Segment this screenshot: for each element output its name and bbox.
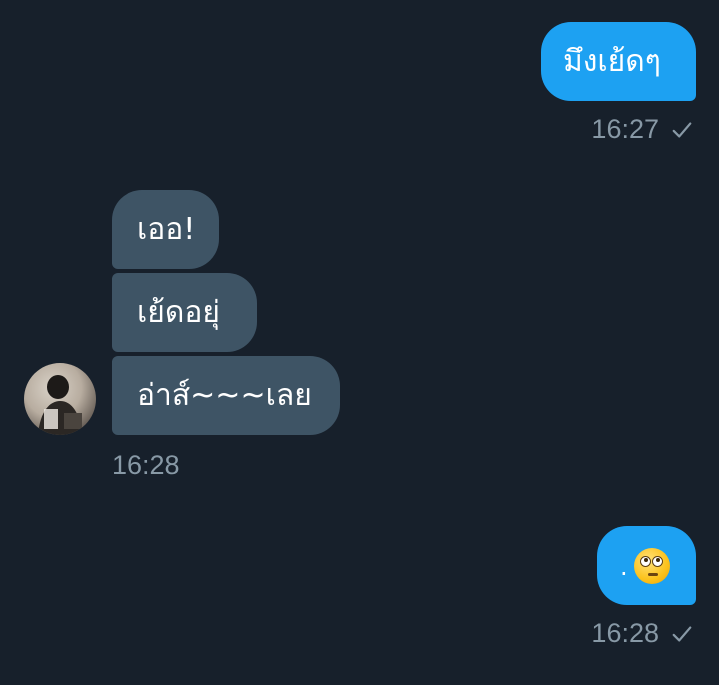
message-timestamp: 16:28 <box>591 618 659 648</box>
message-meta: 16:27 <box>591 114 693 145</box>
outgoing-message-bubble[interactable]: มึงเย้ดๆ <box>541 22 696 101</box>
message-text: . <box>620 553 628 581</box>
incoming-message-bubble[interactable]: เย้ดอยุ่ <box>112 273 257 352</box>
incoming-message-bubble[interactable]: เออ! <box>112 190 219 269</box>
message-meta: 16:28 <box>112 450 180 481</box>
message-timestamp: 16:27 <box>591 114 659 144</box>
message-text: อ่าส์~~~เลย <box>137 377 312 413</box>
message-meta: 16:28 <box>591 618 693 649</box>
message-text: มึงเย้ดๆ <box>563 43 661 79</box>
face-with-rolling-eyes-icon <box>633 547 670 584</box>
checkmark-icon <box>672 121 692 138</box>
incoming-message-bubble[interactable]: อ่าส์~~~เลย <box>112 356 340 435</box>
message-timestamp: 16:28 <box>112 450 180 480</box>
message-text: เย้ดอยุ่ <box>137 294 220 330</box>
user-avatar[interactable] <box>24 363 96 435</box>
outgoing-message-bubble[interactable]: . <box>597 526 696 605</box>
checkmark-icon <box>672 625 692 642</box>
message-text: เออ! <box>137 211 196 247</box>
avatar-photo <box>38 375 82 435</box>
